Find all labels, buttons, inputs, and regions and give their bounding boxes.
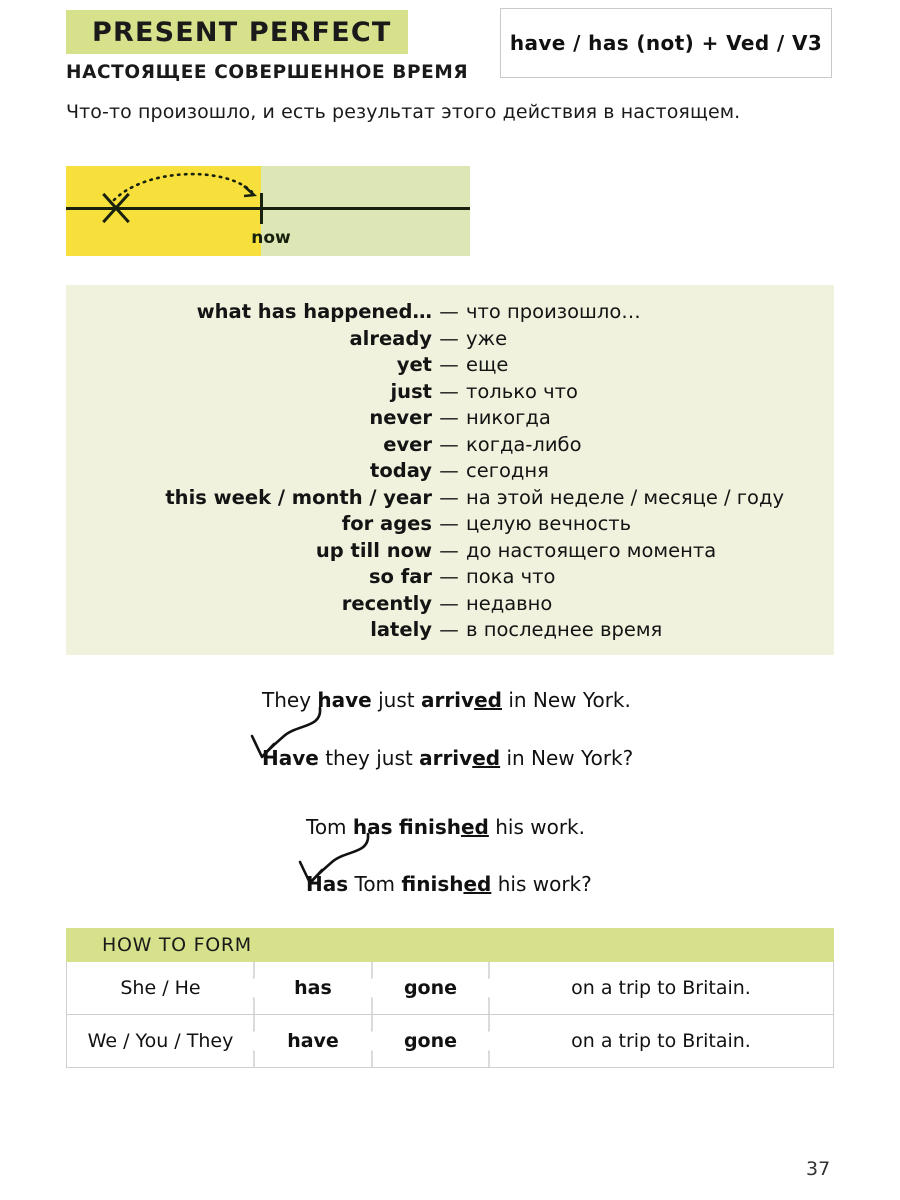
- timeline-diagram: now: [66, 166, 470, 256]
- time-marker-english: lately: [370, 618, 432, 641]
- time-marker-russian: целую вечность: [466, 512, 632, 535]
- separator-dash: —: [439, 538, 459, 562]
- table-cell-participle: gone: [403, 1030, 458, 1052]
- table-cell-subject: She / He: [120, 977, 201, 999]
- main-verb: finished: [401, 872, 492, 896]
- example-question-2: Has Tom finished his work?: [306, 872, 592, 896]
- time-marker-row: never — никогда: [66, 405, 834, 432]
- separator-dash: —: [439, 618, 459, 641]
- time-marker-russian: что произошло…: [466, 300, 641, 323]
- time-marker-english: what has happened…: [196, 300, 432, 323]
- examples-section: They have just arrived in New York. Have…: [0, 680, 900, 910]
- time-marker-russian: только что: [466, 379, 578, 403]
- time-markers-panel: what has happened… — что произошло… already…: [66, 285, 834, 655]
- time-marker-row: just — только что: [66, 379, 834, 406]
- table-cell-subject: We / You / They: [87, 1030, 234, 1052]
- time-marker-row: lately — в последнее время: [66, 617, 834, 644]
- time-marker-english: just: [390, 379, 433, 403]
- separator-dash: —: [439, 432, 459, 456]
- intro-text: Что-то произошло, и есть результат этого…: [66, 101, 741, 123]
- how-to-form-table: HOW TO FORM She / He has gone on a trip to …: [66, 928, 834, 1068]
- formula-box: have / has (not) + Ved / V3: [500, 8, 832, 78]
- main-verb: arrived: [419, 746, 501, 770]
- time-marker-row: so far — пока что: [66, 564, 834, 591]
- time-marker-russian: недавно: [466, 591, 553, 615]
- time-marker-row: recently — недавно: [66, 591, 834, 618]
- grammar-page: PRESENT PERFECT have / has (not) + Ved /…: [0, 0, 900, 1200]
- time-marker-row: today — сегодня: [66, 458, 834, 485]
- time-marker-english: already: [349, 326, 432, 350]
- how-to-form-heading-label: HOW TO FORM: [102, 934, 252, 956]
- time-marker-russian: уже: [466, 326, 508, 350]
- page-title-banner: PRESENT PERFECT: [66, 10, 408, 54]
- time-marker-english: this week / month / year: [165, 485, 432, 509]
- time-marker-english: so far: [368, 565, 432, 588]
- main-verb: arrived: [420, 688, 502, 712]
- example-question-1: Have they just arrived in New York?: [262, 746, 634, 770]
- page-number: 37: [806, 1158, 831, 1180]
- aux-verb-fronted: Has: [306, 872, 349, 896]
- time-marker-russian: еще: [466, 353, 509, 376]
- time-marker-row: up till now — до настоящего момента: [66, 538, 834, 565]
- table-cell-participle: gone: [403, 977, 458, 999]
- separator-dash: —: [439, 485, 459, 509]
- time-marker-english: today: [370, 459, 432, 482]
- time-marker-english: ever: [383, 432, 432, 456]
- table-cell-complement: on a trip to Britain.: [571, 977, 751, 999]
- time-marker-russian: до настоящего момента: [466, 538, 717, 562]
- time-marker-russian: когда-либо: [466, 432, 582, 456]
- main-verb: finished: [398, 815, 489, 839]
- separator-dash: —: [439, 591, 459, 615]
- how-to-form-heading: HOW TO FORM: [66, 928, 834, 962]
- time-marker-english: for ages: [341, 512, 432, 535]
- time-marker-row: yet — еще: [66, 352, 834, 379]
- formula-text: have / has (not) + Ved / V3: [509, 31, 823, 55]
- time-marker-russian: на этой неделе / месяце / году: [466, 485, 785, 509]
- aux-verb-fronted: Have: [262, 746, 319, 770]
- page-title: PRESENT PERFECT: [92, 16, 392, 48]
- table-row: We / You / They have gone on a trip to Brit…: [67, 1014, 833, 1067]
- page-subtitle: НАСТОЯЩЕЕ СОВЕРШЕННОЕ ВРЕМЯ: [66, 62, 469, 83]
- time-marker-english: recently: [341, 591, 432, 615]
- time-marker-russian: пока что: [466, 565, 556, 588]
- time-marker-english: up till now: [315, 538, 432, 562]
- separator-dash: —: [439, 379, 459, 403]
- time-marker-row: ever — когда-либо: [66, 432, 834, 459]
- table-cell-auxiliary: has: [294, 977, 332, 999]
- separator-dash: —: [439, 565, 459, 588]
- time-marker-row: what has happened… — что произошло…: [66, 299, 834, 326]
- time-marker-row: for ages — целую вечность: [66, 511, 834, 538]
- separator-dash: —: [439, 406, 459, 429]
- separator-dash: —: [439, 512, 459, 535]
- separator-dash: —: [439, 300, 459, 323]
- table-cell-complement: on a trip to Britain.: [571, 1030, 751, 1052]
- separator-dash: —: [439, 353, 459, 376]
- time-marker-row: already — уже: [66, 326, 834, 353]
- time-marker-english: yet: [396, 353, 432, 376]
- timeline-now-label: now: [251, 228, 291, 248]
- separator-dash: —: [439, 326, 459, 350]
- table-cell-auxiliary: have: [287, 1030, 339, 1052]
- table-row: She / He has gone on a trip to Britain.: [67, 962, 833, 1014]
- separator-dash: —: [439, 459, 459, 482]
- time-marker-row: this week / month / year — на этой неделе …: [66, 485, 834, 512]
- time-marker-russian: никогда: [466, 406, 551, 429]
- time-marker-russian: в последнее время: [466, 618, 663, 641]
- time-marker-english: never: [369, 406, 432, 429]
- time-marker-russian: сегодня: [466, 459, 549, 482]
